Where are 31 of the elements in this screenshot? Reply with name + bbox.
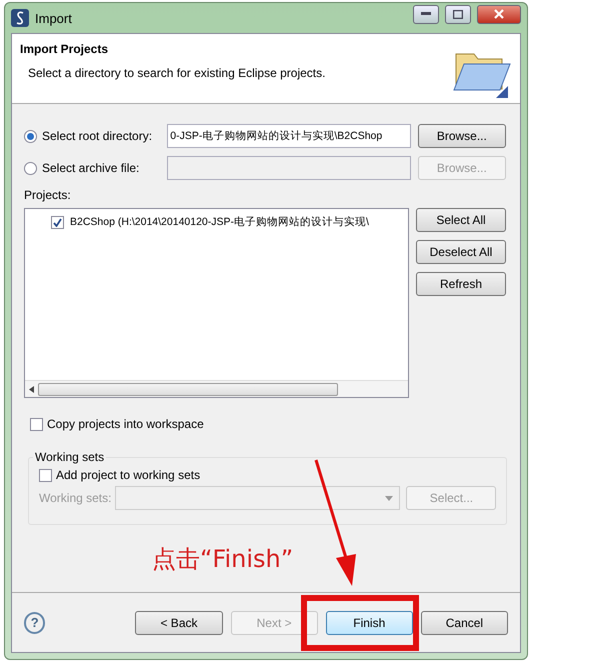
help-button[interactable]: ? — [24, 612, 46, 634]
project-action-button[interactable]: Refresh — [416, 272, 506, 296]
annotation-text: 点击“Finish” — [152, 544, 294, 574]
project-item[interactable]: B2CShop (H:\2014\20140120-JSP-电子购物网站的设计与实现\ — [25, 209, 408, 229]
app-logo-icon — [11, 9, 29, 27]
horizontal-scrollbar[interactable] — [25, 380, 408, 397]
project-action-button[interactable]: Select All — [416, 208, 506, 232]
working-sets-checkbox[interactable]: Add project to working sets — [39, 468, 496, 482]
page-title: Import Projects — [20, 42, 110, 56]
maximize-button[interactable] — [445, 4, 471, 24]
minimize-icon — [421, 12, 431, 16]
dropdown-arrow-icon — [385, 496, 394, 500]
path-field[interactable]: 0-JSP-电子购物网站的设计与实现\B2CShop — [167, 124, 411, 148]
project-action-button[interactable]: Deselect All — [416, 240, 506, 264]
projects-label: Projects: — [24, 188, 72, 202]
wizard-button[interactable]: Finish — [326, 610, 413, 634]
scroll-left-icon[interactable] — [29, 386, 34, 392]
page-description: Select a directory to search for existing Eclipse projects. — [28, 66, 326, 80]
maximize-icon — [453, 10, 463, 18]
working-sets-label: Working sets: — [39, 491, 112, 505]
wizard-button[interactable]: Cancel — [420, 610, 508, 634]
copy-checkbox[interactable]: Copy projects into workspace — [30, 417, 204, 431]
window-title: Import — [35, 10, 73, 26]
group-title: Working sets — [34, 450, 106, 464]
wizard-button[interactable]: < Back — [135, 610, 223, 634]
checkmark-icon — [53, 218, 62, 226]
minimize-button[interactable] — [413, 4, 439, 24]
source-radio[interactable]: Select root directory: — [24, 129, 168, 143]
browse-button[interactable]: Browse... — [418, 124, 506, 148]
close-button[interactable] — [477, 4, 521, 24]
close-icon — [494, 9, 504, 19]
